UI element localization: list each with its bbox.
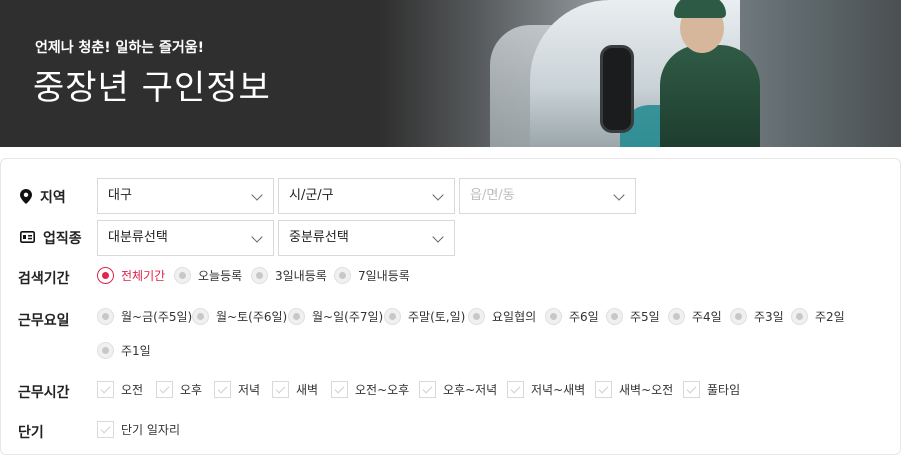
worktime-checkbox[interactable]: 오후~저녁 — [419, 381, 497, 398]
shortterm-checkbox[interactable]: 단기 일자리 — [97, 421, 180, 438]
id-card-icon — [20, 231, 35, 247]
banner-photo — [380, 0, 901, 147]
workday-radio[interactable]: 주6일 — [545, 308, 599, 325]
job-type-label: 업직종 — [20, 228, 82, 248]
workdays-label: 근무요일 — [18, 313, 70, 329]
location-pin-icon — [20, 188, 32, 208]
period-radio-7days[interactable]: 7일내등록 — [334, 267, 410, 284]
hero-banner: 언제나 청춘! 일하는 즐거움! 중장년 구인정보 — [0, 0, 901, 147]
shortterm-label: 단기 — [18, 425, 44, 441]
workday-radio[interactable]: 월~금(주5일) — [97, 308, 192, 325]
worktime-checkbox[interactable]: 저녁~새벽 — [507, 381, 585, 398]
banner-subtitle: 언제나 청춘! 일하는 즐거움! — [35, 40, 205, 56]
workday-radio[interactable]: 주2일 — [791, 308, 845, 325]
chevron-down-icon — [251, 189, 263, 201]
worktime-checkbox[interactable]: 저녁 — [214, 381, 260, 398]
period-radio-all[interactable]: 전체기간 — [97, 267, 165, 284]
worktime-label: 근무시간 — [18, 385, 70, 401]
chevron-down-icon — [432, 231, 444, 243]
workday-radio[interactable]: 주3일 — [730, 308, 784, 325]
region-dong-select[interactable]: 읍/면/동 — [459, 178, 636, 214]
region-label: 지역 — [20, 187, 66, 208]
job-middle-category-select[interactable]: 중분류선택 — [278, 220, 455, 256]
worktime-checkbox[interactable]: 새벽 — [272, 381, 318, 398]
region-sigungu-select[interactable]: 시/군/구 — [278, 178, 455, 214]
period-radio-3days[interactable]: 3일내등록 — [251, 267, 327, 284]
chevron-down-icon — [432, 189, 444, 201]
workday-radio[interactable]: 요일협의 — [468, 308, 536, 325]
workday-radio[interactable]: 주5일 — [606, 308, 660, 325]
workday-radio[interactable]: 월~토(주6일) — [192, 308, 287, 325]
page-title: 중장년 구인정보 — [33, 68, 271, 108]
worktime-checkbox[interactable]: 풀타임 — [683, 381, 740, 398]
chevron-down-icon — [613, 189, 625, 201]
workday-radio[interactable]: 주말(토,일) — [384, 308, 465, 325]
workday-radio[interactable]: 주1일 — [97, 342, 151, 359]
job-major-category-select[interactable]: 대분류선택 — [97, 220, 274, 256]
region-sido-select[interactable]: 대구 — [97, 178, 274, 214]
worktime-checkbox[interactable]: 오전 — [97, 381, 143, 398]
chevron-down-icon — [251, 231, 263, 243]
workday-radio[interactable]: 월~일(주7일) — [288, 308, 383, 325]
period-radio-today[interactable]: 오늘등록 — [174, 267, 242, 284]
worktime-checkbox[interactable]: 오후 — [156, 381, 202, 398]
period-label: 검색기간 — [18, 271, 70, 287]
worktime-checkbox[interactable]: 새벽~오전 — [595, 381, 673, 398]
worktime-checkbox[interactable]: 오전~오후 — [331, 381, 409, 398]
workday-radio[interactable]: 주4일 — [668, 308, 722, 325]
